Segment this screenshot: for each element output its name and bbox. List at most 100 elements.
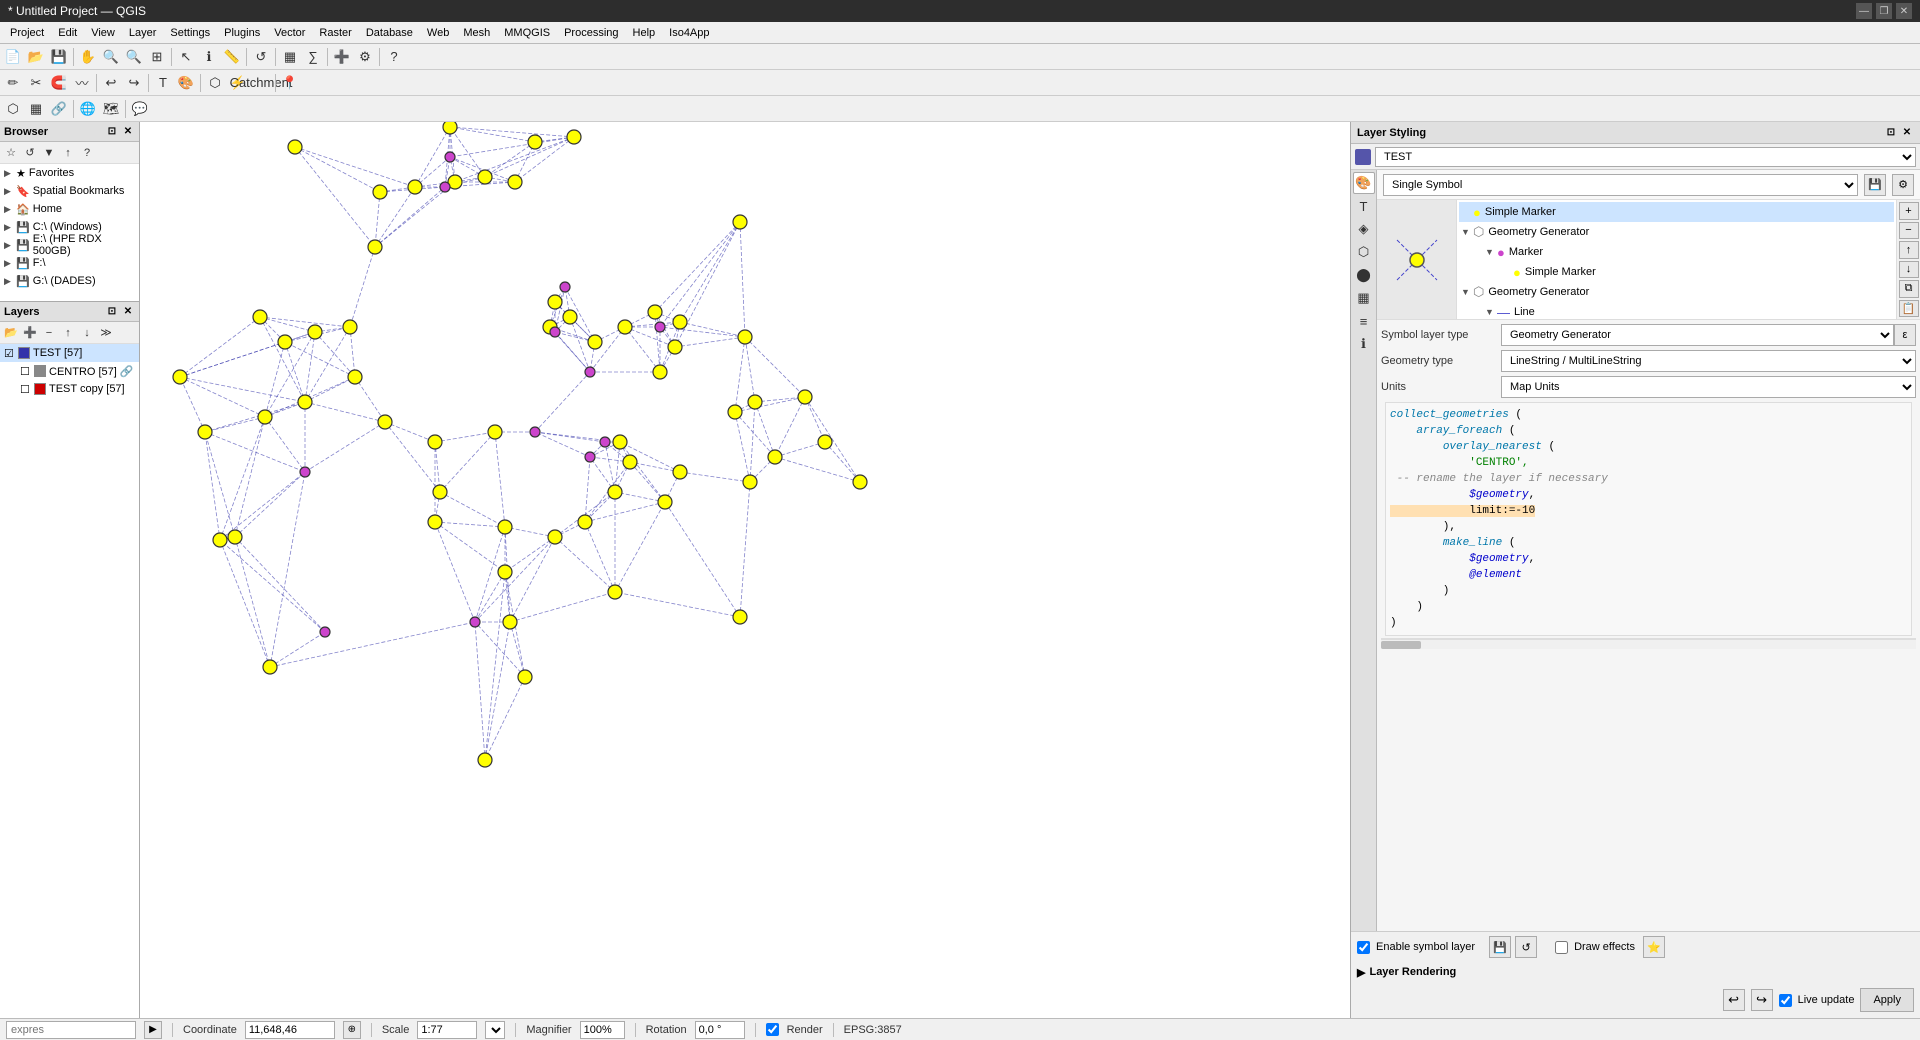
redo-btn[interactable]: ↪ bbox=[123, 72, 145, 94]
menu-item-web[interactable]: Web bbox=[421, 25, 455, 41]
menu-item-help[interactable]: Help bbox=[627, 25, 662, 41]
plugin1-btn[interactable]: ⬡ bbox=[204, 72, 226, 94]
zoom-extent-btn[interactable]: ⊞ bbox=[146, 46, 168, 68]
sym-remove-btn[interactable]: − bbox=[1899, 222, 1919, 240]
menu-item-project[interactable]: Project bbox=[4, 25, 50, 41]
layer-name-select[interactable]: TEST bbox=[1375, 147, 1916, 167]
units-select[interactable]: Map Units bbox=[1501, 376, 1916, 398]
browser-item[interactable]: ▶💾G:\ (DADES) bbox=[0, 272, 139, 290]
browser-item[interactable]: ▶🔖Spatial Bookmarks bbox=[0, 182, 139, 200]
menu-item-raster[interactable]: Raster bbox=[313, 25, 357, 41]
map-tips-btn[interactable]: 💬 bbox=[129, 98, 151, 120]
undo-btn[interactable]: ↩ bbox=[100, 72, 122, 94]
identify-btn[interactable]: ℹ bbox=[198, 46, 220, 68]
trace-btn[interactable]: 〰 bbox=[71, 72, 93, 94]
save-project-btn[interactable]: 💾 bbox=[48, 46, 70, 68]
layers-float-btn[interactable]: ⊡ bbox=[105, 305, 119, 319]
style-btn[interactable]: 🎨 bbox=[175, 72, 197, 94]
symbol-layer-type-expr-btn[interactable]: ε bbox=[1894, 324, 1916, 346]
menu-item-iso4app[interactable]: Iso4App bbox=[663, 25, 715, 41]
style-tab-paint[interactable]: 🎨 bbox=[1353, 172, 1375, 194]
geometry-type-value[interactable]: LineString / MultiLineString bbox=[1501, 350, 1916, 372]
layer-visibility-checkbox[interactable]: ☑ bbox=[4, 347, 18, 360]
layer-item[interactable]: ☑TEST [57] bbox=[0, 344, 139, 362]
browser-item[interactable]: ▶★Favorites bbox=[0, 164, 139, 182]
layer-rendering-header[interactable]: ▶ Layer Rendering bbox=[1357, 962, 1914, 982]
browser-up-btn[interactable]: ↑ bbox=[59, 144, 77, 162]
layer-visibility-checkbox[interactable]: ☐ bbox=[20, 365, 34, 378]
styling-header-controls[interactable]: ⊡ ✕ bbox=[1884, 126, 1914, 140]
new-project-btn[interactable]: 📄 bbox=[2, 46, 24, 68]
attribute-table-btn[interactable]: ▦ bbox=[279, 46, 301, 68]
search-submit-btn[interactable]: ▶ bbox=[144, 1021, 162, 1039]
locate-btn[interactable]: 📍 bbox=[279, 72, 301, 94]
styling-float-btn[interactable]: ⊡ bbox=[1884, 126, 1898, 140]
symbol-advanced-btn[interactable]: ⚙ bbox=[1892, 174, 1914, 196]
style-tab-fields[interactable]: ▦ bbox=[1353, 287, 1375, 309]
measure-btn[interactable]: 📏 bbox=[221, 46, 243, 68]
edit-btn[interactable]: ✂ bbox=[25, 72, 47, 94]
layer-visibility-checkbox[interactable]: ☐ bbox=[20, 383, 34, 396]
units-value[interactable]: Map Units bbox=[1501, 376, 1916, 398]
symbol-type-select[interactable]: Single Symbol bbox=[1383, 174, 1858, 196]
code-editor[interactable]: collect_geometries ( array_foreach ( ove… bbox=[1385, 402, 1912, 636]
add-layer-btn[interactable]: ➕ bbox=[331, 46, 353, 68]
render-checkbox[interactable] bbox=[766, 1023, 779, 1036]
zoom-in-btn[interactable]: 🔍 bbox=[100, 46, 122, 68]
expression-search-input[interactable] bbox=[6, 1021, 136, 1039]
menu-item-processing[interactable]: Processing bbox=[558, 25, 624, 41]
sym-dn-btn[interactable]: ↓ bbox=[1899, 261, 1919, 279]
3d-btn[interactable]: 🗺 bbox=[100, 98, 122, 120]
layers-close-btn[interactable]: ✕ bbox=[121, 305, 135, 319]
maximize-btn[interactable]: ❐ bbox=[1876, 3, 1892, 19]
draw-effects-settings-btn[interactable]: ⭐ bbox=[1643, 936, 1665, 958]
browser-content[interactable]: ▶★Favorites▶🔖Spatial Bookmarks▶🏠Home▶💾C:… bbox=[0, 164, 139, 301]
scale-preset-select[interactable] bbox=[485, 1021, 505, 1039]
refresh-btn[interactable]: ↺ bbox=[250, 46, 272, 68]
close-btn[interactable]: ✕ bbox=[1896, 3, 1912, 19]
menu-item-plugins[interactable]: Plugins bbox=[218, 25, 266, 41]
layer-dn-btn[interactable]: ↓ bbox=[78, 324, 96, 342]
vector-btn[interactable]: ⬡ bbox=[2, 98, 24, 120]
symbol-save-btn[interactable]: 💾 bbox=[1864, 174, 1886, 196]
layer-open-btn[interactable]: 📂 bbox=[2, 324, 20, 342]
layer-item[interactable]: ☐TEST copy [57] bbox=[0, 380, 139, 398]
sym-tree-item[interactable]: ●Simple Marker bbox=[1459, 202, 1894, 222]
browser-float-btn[interactable]: ⊡ bbox=[105, 125, 119, 139]
browser-panel-controls[interactable]: ⊡ ✕ bbox=[105, 125, 135, 139]
menu-item-vector[interactable]: Vector bbox=[268, 25, 311, 41]
sym-tree-item[interactable]: ▼⬡Geometry Generator bbox=[1459, 282, 1894, 302]
sym-tree-item[interactable]: ▼—Line bbox=[1459, 302, 1894, 319]
styling-close-btn[interactable]: ✕ bbox=[1900, 126, 1914, 140]
sym-tree-item[interactable]: ●Simple Marker bbox=[1459, 262, 1894, 282]
open-project-btn[interactable]: 📂 bbox=[25, 46, 47, 68]
style-tab-mask[interactable]: ◈ bbox=[1353, 218, 1375, 240]
save-symbol-style-btn[interactable]: 💾 bbox=[1489, 936, 1511, 958]
code-hscrollbar[interactable] bbox=[1381, 638, 1916, 648]
sym-tree-item[interactable]: ▼●Marker bbox=[1459, 242, 1894, 262]
layer-up-btn[interactable]: ↑ bbox=[59, 324, 77, 342]
menu-item-view[interactable]: View bbox=[85, 25, 121, 41]
geometry-type-select[interactable]: LineString / MultiLineString bbox=[1501, 350, 1916, 372]
symbol-tree[interactable]: ●Simple Marker▼⬡Geometry Generator▼●Mark… bbox=[1457, 200, 1896, 319]
digitize-btn[interactable]: ✏ bbox=[2, 72, 24, 94]
browser-add-btn[interactable]: ☆ bbox=[2, 144, 20, 162]
sym-add-btn[interactable]: + bbox=[1899, 202, 1919, 220]
menu-item-mesh[interactable]: Mesh bbox=[457, 25, 496, 41]
menu-item-mmqgis[interactable]: MMQGIS bbox=[498, 25, 556, 41]
symbol-layer-type-select[interactable]: Geometry Generator bbox=[1501, 324, 1894, 346]
browser-refresh-btn[interactable]: ↺ bbox=[21, 144, 39, 162]
layer-remove-btn[interactable]: − bbox=[40, 324, 58, 342]
snap-btn[interactable]: 🧲 bbox=[48, 72, 70, 94]
network-btn[interactable]: 🔗 bbox=[48, 98, 70, 120]
live-update-checkbox[interactable] bbox=[1779, 994, 1792, 1007]
apply-style-btn[interactable]: ↺ bbox=[1515, 936, 1537, 958]
browser-close-btn[interactable]: ✕ bbox=[121, 125, 135, 139]
sym-tree-item[interactable]: ▼⬡Geometry Generator bbox=[1459, 222, 1894, 242]
minimize-btn[interactable]: — bbox=[1856, 3, 1872, 19]
browser-item[interactable]: ▶💾E:\ (HPE RDX 500GB) bbox=[0, 236, 139, 254]
style-tab-label[interactable]: T bbox=[1353, 195, 1375, 217]
processing-btn[interactable]: ⚙ bbox=[354, 46, 376, 68]
layers-panel-controls[interactable]: ⊡ ✕ bbox=[105, 305, 135, 319]
menu-item-edit[interactable]: Edit bbox=[52, 25, 83, 41]
